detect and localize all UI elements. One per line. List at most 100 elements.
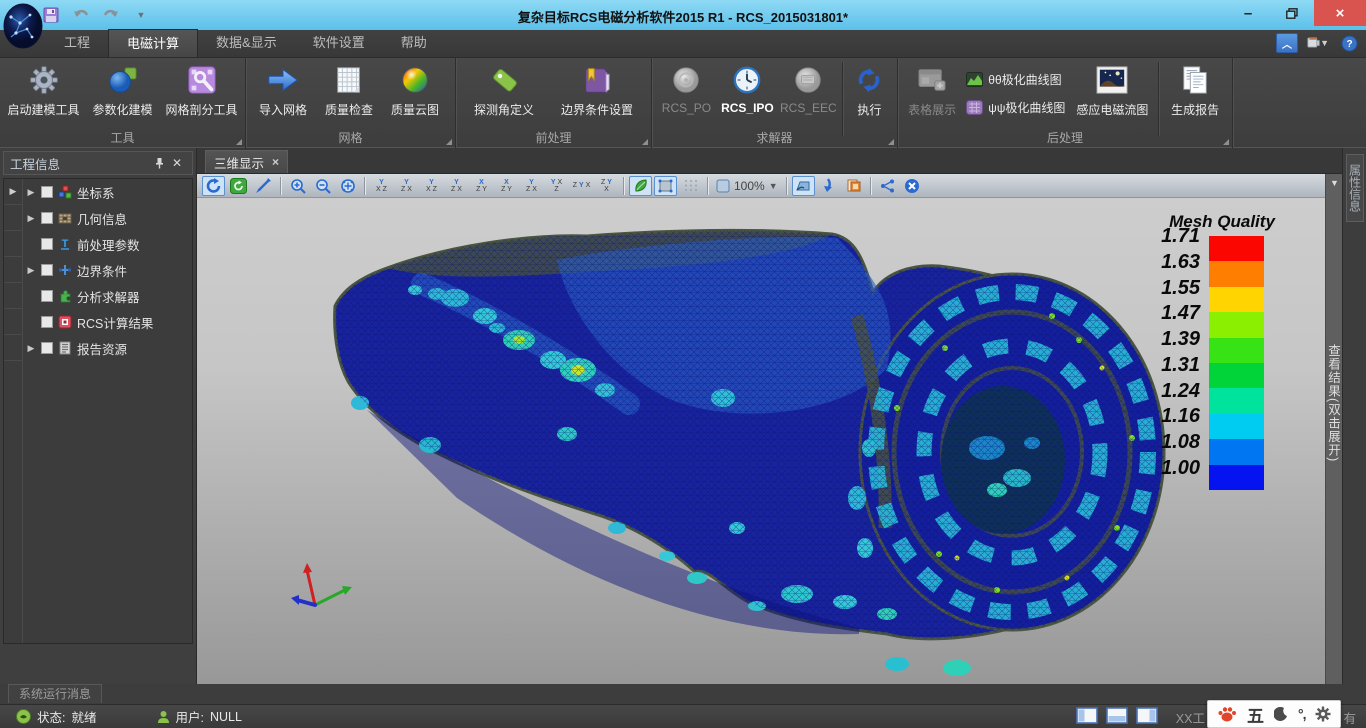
view-iso2-button[interactable]: Y XZ [545, 176, 568, 196]
view-iso3-button[interactable]: Z Y X [570, 176, 593, 196]
tab-close-icon[interactable]: × [272, 155, 279, 169]
ime-moon-icon[interactable] [1274, 707, 1288, 722]
group-expand-corner[interactable] [642, 139, 648, 145]
tree-item-preprocess-params[interactable]: T 前处理参数 [23, 231, 192, 257]
ime-toolbar: 五 °, [1207, 700, 1342, 728]
tree-item-geometry-info[interactable]: ▶ 几何信息 [23, 205, 192, 231]
group-expand-corner[interactable] [888, 139, 894, 145]
menu-tab-data-display[interactable]: 数据&显示 [198, 29, 295, 57]
properties-tab[interactable]: 属性信息 [1346, 154, 1364, 222]
checkbox[interactable] [41, 290, 53, 302]
rcs-ipo-button[interactable]: RCS_IPO [717, 60, 778, 128]
zoom-level-combo[interactable]: 100% ▼ [712, 176, 782, 196]
import-arrow-icon [265, 63, 301, 97]
rcs-eec-button[interactable]: RCS_EEC [778, 60, 839, 128]
close-panel-icon[interactable]: ✕ [168, 154, 186, 172]
view-back-button[interactable]: YZ X [395, 176, 418, 196]
menu-tab-project[interactable]: 工程 [46, 29, 108, 57]
system-messages-tab[interactable]: 系统运行消息 [8, 684, 102, 703]
wireframe-mode-button[interactable] [654, 176, 677, 196]
group-expand-corner[interactable] [1223, 139, 1229, 145]
group-expand-corner[interactable] [446, 139, 452, 145]
viewport-3d[interactable]: Mesh Quality 1.71 1.63 1.55 1.47 1.39 1.… [197, 198, 1325, 684]
view-iso4-button[interactable]: Z YX [595, 176, 618, 196]
tree-item-report-resources[interactable]: ▶ 报告资源 [23, 335, 192, 361]
checkbox[interactable] [41, 186, 53, 198]
ime-mode-button[interactable]: 五 [1247, 702, 1264, 727]
zoom-dropdown-caret[interactable]: ▼ [769, 181, 778, 191]
expand-arrow-icon[interactable]: ▶ [25, 265, 37, 276]
tab-3d-display[interactable]: 三维显示 × [205, 150, 288, 173]
quality-check-button[interactable]: 质量检查 [316, 60, 382, 128]
import-mesh-button[interactable]: 导入网格 [250, 60, 316, 128]
checkbox[interactable] [41, 316, 53, 328]
expand-arrow-icon[interactable]: ▶ [25, 213, 37, 224]
legend-values: 1.71 1.63 1.55 1.47 1.39 1.31 1.24 1.16 … [1147, 225, 1209, 479]
ime-settings-gear-icon[interactable] [1315, 706, 1331, 722]
tab-overflow-dropdown-icon[interactable]: ▼ [1326, 178, 1343, 188]
expand-arrow-icon[interactable]: ▶ [25, 187, 37, 198]
rcs-po-button[interactable]: RCS_PO [656, 60, 717, 128]
app-logo-icon[interactable] [3, 3, 43, 49]
clip-plane-button[interactable] [792, 176, 815, 196]
group-expand-corner[interactable] [236, 139, 242, 145]
layout-right-panel-button[interactable] [1136, 707, 1158, 727]
rotate-tool-button[interactable] [202, 176, 225, 196]
psi-curve-button[interactable]: ψψ极化曲线图 [962, 96, 1069, 118]
checkbox[interactable] [41, 212, 53, 224]
zoom-out-button[interactable] [311, 176, 334, 196]
parametric-modeling-button[interactable]: 参数化建模 [83, 60, 162, 128]
help-button[interactable]: ? [1338, 33, 1360, 53]
expand-arrow-icon[interactable]: ▶ [25, 343, 37, 354]
launch-modeling-button[interactable]: 启动建模工具 [4, 60, 83, 128]
generate-report-button[interactable]: 生成报告 [1162, 60, 1228, 128]
quality-cloud-button[interactable]: 质量云图 [382, 60, 448, 128]
tree-item-coordinate-system[interactable]: ▶ 坐标系 [23, 179, 192, 205]
pin-icon[interactable] [150, 154, 168, 172]
layout-left-panel-button[interactable] [1076, 707, 1098, 727]
close-view-button[interactable] [901, 176, 924, 196]
view-bottom-button[interactable]: XZ Y [495, 176, 518, 196]
menu-tab-em-compute[interactable]: 电磁计算 [108, 29, 198, 57]
ime-punctuation-button[interactable]: °, [1298, 706, 1306, 722]
checkbox[interactable] [41, 238, 53, 250]
zoom-in-button[interactable] [286, 176, 309, 196]
execute-button[interactable]: 执行 [846, 60, 893, 128]
coordinate-system-icon [57, 184, 73, 200]
collapse-ribbon-button[interactable]: ︿ [1276, 33, 1298, 53]
probe-angle-button[interactable]: 探测角定义 [460, 60, 548, 128]
view-top-button[interactable]: XZ Y [470, 176, 493, 196]
results-strip[interactable]: ▼ 查看结果(双击展开) [1325, 174, 1342, 684]
layout-bottom-panel-button[interactable] [1106, 707, 1128, 727]
gutter-expand-arrow[interactable]: ▶ [4, 179, 22, 205]
tree-item-boundary-condition[interactable]: ▶ 边界条件 [23, 257, 192, 283]
checkbox[interactable] [41, 264, 53, 276]
shaded-mode-button[interactable] [629, 176, 652, 196]
tree-item-rcs-results[interactable]: RCS计算结果 [23, 309, 192, 335]
mesh-partition-button[interactable]: 网格剖分工具 [162, 60, 241, 128]
menu-tab-help[interactable]: 帮助 [383, 29, 445, 57]
pan-tool-button[interactable] [252, 176, 275, 196]
tree-item-solver[interactable]: 分析求解器 [23, 283, 192, 309]
restore-button[interactable] [1270, 0, 1314, 26]
share-view-button[interactable] [876, 176, 899, 196]
checkbox[interactable] [41, 342, 53, 354]
minimize-button[interactable]: – [1226, 0, 1270, 26]
boundary-condition-button[interactable]: 边界条件设置 [548, 60, 646, 128]
induced-current-button[interactable]: 感应电磁流图 [1069, 60, 1155, 128]
grid-toggle-button[interactable] [679, 176, 702, 196]
table-view-button[interactable]: 表格展示 [902, 60, 962, 128]
texture-button[interactable] [842, 176, 865, 196]
menu-tab-settings[interactable]: 软件设置 [295, 29, 383, 57]
view-left-button[interactable]: YX Z [420, 176, 443, 196]
zoom-fit-button[interactable] [336, 176, 359, 196]
ime-paw-icon[interactable] [1217, 705, 1237, 723]
arrow-down-button[interactable] [817, 176, 840, 196]
orbit-tool-button[interactable] [227, 176, 250, 196]
view-right-button[interactable]: YZ X [445, 176, 468, 196]
close-button[interactable]: × [1314, 0, 1366, 26]
theta-curve-button[interactable]: θθ极化曲线图 [962, 68, 1069, 90]
window-layout-button[interactable]: ▼ [1307, 33, 1329, 53]
view-iso1-button[interactable]: YZ X [520, 176, 543, 196]
view-front-button[interactable]: YX Z [370, 176, 393, 196]
